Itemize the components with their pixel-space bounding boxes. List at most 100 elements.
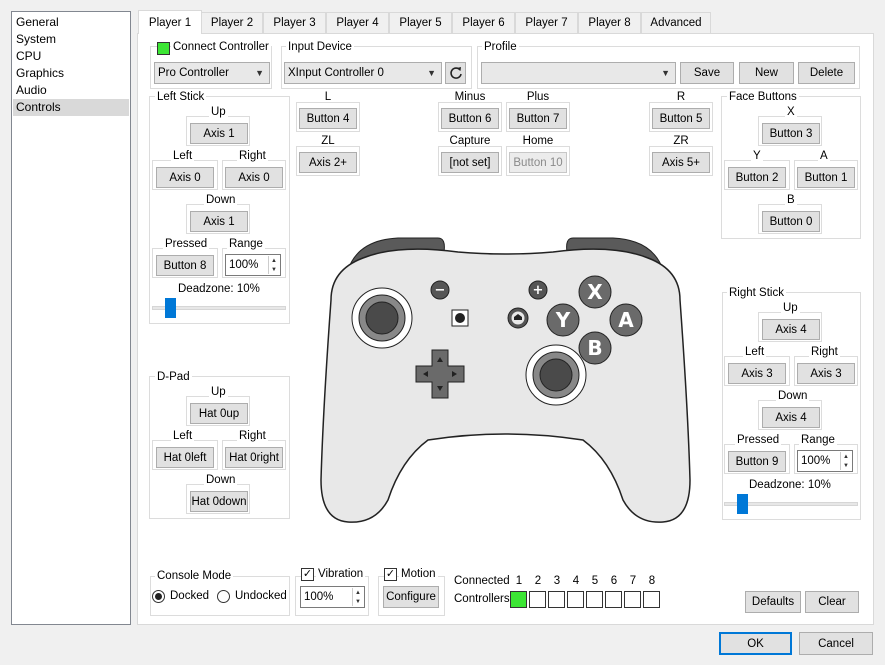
right-stick-pressed-button[interactable]: Button 9 xyxy=(728,451,786,472)
tab-player-6[interactable]: Player 6 xyxy=(452,12,515,33)
tab-player-7[interactable]: Player 7 xyxy=(515,12,578,33)
face-b-button[interactable]: Button 0 xyxy=(762,211,820,232)
player-panel: Connect Controller Pro Controller ▼ Input… xyxy=(137,33,874,625)
undocked-radio[interactable] xyxy=(217,590,230,603)
tab-player-1[interactable]: Player 1 xyxy=(138,10,202,34)
dpad-down-button[interactable]: Hat 0down xyxy=(190,491,248,512)
left-stick-deadzone-slider[interactable] xyxy=(165,298,176,318)
tab-player-5[interactable]: Player 5 xyxy=(389,12,452,33)
capture-button[interactable]: [not set] xyxy=(441,152,499,173)
connected-number-4: 4 xyxy=(572,575,580,587)
left-stick-range-spinbox[interactable]: 100% ▲ ▼ xyxy=(225,254,281,276)
refresh-button[interactable] xyxy=(445,62,466,84)
connected-number-5: 5 xyxy=(591,575,599,587)
motion-label[interactable]: Motion xyxy=(399,568,438,580)
left-stick-up-button[interactable]: Axis 1 xyxy=(190,123,248,144)
right-stick-deadzone-slider[interactable] xyxy=(737,494,748,514)
right-stick-right-button[interactable]: Axis 3 xyxy=(797,363,855,384)
face-x-button[interactable]: Button 3 xyxy=(762,123,820,144)
connected-checkbox-2[interactable] xyxy=(529,591,546,608)
profile-new-button[interactable]: New xyxy=(739,62,794,84)
capture-label: Capture xyxy=(449,135,491,147)
face-y-button[interactable]: Button 2 xyxy=(728,167,786,188)
tab-player-3[interactable]: Player 3 xyxy=(263,12,326,33)
dpad-down-label: Down xyxy=(204,474,238,486)
profile-select[interactable]: ▼ xyxy=(481,62,676,84)
input-device-select[interactable]: XInput Controller 0 ▼ xyxy=(284,62,442,84)
spin-arrows-icon[interactable]: ▲ ▼ xyxy=(840,452,851,470)
sidebar: General System CPU Graphics Audio Contro… xyxy=(11,11,131,625)
left-stick-down-button[interactable]: Axis 1 xyxy=(190,211,248,232)
sidebar-item-system[interactable]: System xyxy=(16,31,56,48)
tab-player-4[interactable]: Player 4 xyxy=(326,12,389,33)
cancel-button[interactable]: Cancel xyxy=(799,632,873,655)
tab-player-8[interactable]: Player 8 xyxy=(578,12,641,33)
sidebar-item-general[interactable]: General xyxy=(16,14,59,31)
vibration-checkbox[interactable]: ✓ xyxy=(301,568,314,581)
right-stick-left-button[interactable]: Axis 3 xyxy=(728,363,786,384)
range-value: 100% xyxy=(801,455,831,467)
sidebar-item-audio[interactable]: Audio xyxy=(16,82,47,99)
vibration-spinbox[interactable]: 100% ▲ ▼ xyxy=(300,586,365,608)
connected-checkbox-5[interactable] xyxy=(586,591,603,608)
connect-controller-label[interactable]: Connect Controller xyxy=(171,41,271,53)
motion-configure-button[interactable]: Configure xyxy=(383,586,439,608)
plus-button[interactable]: Button 7 xyxy=(509,108,567,129)
controller-image: − + X Y A B xyxy=(320,237,691,523)
docked-radio[interactable] xyxy=(152,590,165,603)
vibration-value: 100% xyxy=(304,591,334,603)
connected-checkbox-4[interactable] xyxy=(567,591,584,608)
face-b-label: B xyxy=(785,194,797,206)
face-buttons-title: Face Buttons xyxy=(727,91,799,103)
dpad-left-button[interactable]: Hat 0left xyxy=(156,447,214,468)
connect-indicator[interactable] xyxy=(157,42,170,55)
profile-save-button[interactable]: Save xyxy=(680,62,734,84)
vibration-label[interactable]: Vibration xyxy=(316,568,366,580)
connected-number-2: 2 xyxy=(534,575,542,587)
clear-button[interactable]: Clear xyxy=(805,591,859,613)
connected-checkbox-1[interactable] xyxy=(510,591,527,608)
left-stick-pressed-button[interactable]: Button 8 xyxy=(156,255,214,276)
profile-delete-button[interactable]: Delete xyxy=(798,62,855,84)
sidebar-item-controls[interactable]: Controls xyxy=(13,99,129,116)
dpad-right-button[interactable]: Hat 0right xyxy=(225,447,283,468)
dpad-up-label: Up xyxy=(209,386,228,398)
tab-advanced[interactable]: Advanced xyxy=(641,12,711,33)
sidebar-item-cpu[interactable]: CPU xyxy=(16,48,41,65)
r-button[interactable]: Button 5 xyxy=(652,108,710,129)
b-glyph: B xyxy=(587,336,602,360)
zl-label: ZL xyxy=(321,135,335,147)
range-value: 100% xyxy=(229,259,259,271)
connected-checkbox-3[interactable] xyxy=(548,591,565,608)
face-a-button[interactable]: Button 1 xyxy=(797,167,855,188)
y-glyph: Y xyxy=(555,308,571,332)
defaults-button[interactable]: Defaults xyxy=(745,591,801,613)
connected-checkbox-6[interactable] xyxy=(605,591,622,608)
left-stick-left-label: Left xyxy=(171,150,195,162)
profile-label: Profile xyxy=(482,41,519,53)
spin-arrows-icon[interactable]: ▲ ▼ xyxy=(268,256,279,274)
zl-button[interactable]: Axis 2+ xyxy=(299,152,357,173)
sidebar-item-graphics[interactable]: Graphics xyxy=(16,65,64,82)
face-x-label: X xyxy=(785,106,797,118)
tab-player-2[interactable]: Player 2 xyxy=(201,12,263,33)
docked-label: Docked xyxy=(170,590,209,602)
spin-arrows-icon[interactable]: ▲ ▼ xyxy=(352,588,363,606)
right-stick-range-spinbox[interactable]: 100% ▲ ▼ xyxy=(797,450,853,472)
zr-button[interactable]: Axis 5+ xyxy=(652,152,710,173)
left-stick-cap xyxy=(365,301,399,335)
right-stick-up-button[interactable]: Axis 4 xyxy=(762,319,820,340)
motion-checkbox[interactable]: ✓ xyxy=(384,568,397,581)
connected-checkbox-8[interactable] xyxy=(643,591,660,608)
dpad-up-button[interactable]: Hat 0up xyxy=(190,403,248,424)
minus-button[interactable]: Button 6 xyxy=(441,108,499,129)
left-stick-deadzone-label: Deadzone: 10% xyxy=(178,283,260,295)
left-stick-right-button[interactable]: Axis 0 xyxy=(225,167,283,188)
controller-type-select[interactable]: Pro Controller ▼ xyxy=(154,62,270,84)
left-stick-left-button[interactable]: Axis 0 xyxy=(156,167,214,188)
ok-button[interactable]: OK xyxy=(719,632,792,655)
right-stick-down-button[interactable]: Axis 4 xyxy=(762,407,820,428)
l-button[interactable]: Button 4 xyxy=(299,108,357,129)
tab-label: Advanced xyxy=(650,17,702,29)
connected-checkbox-7[interactable] xyxy=(624,591,641,608)
